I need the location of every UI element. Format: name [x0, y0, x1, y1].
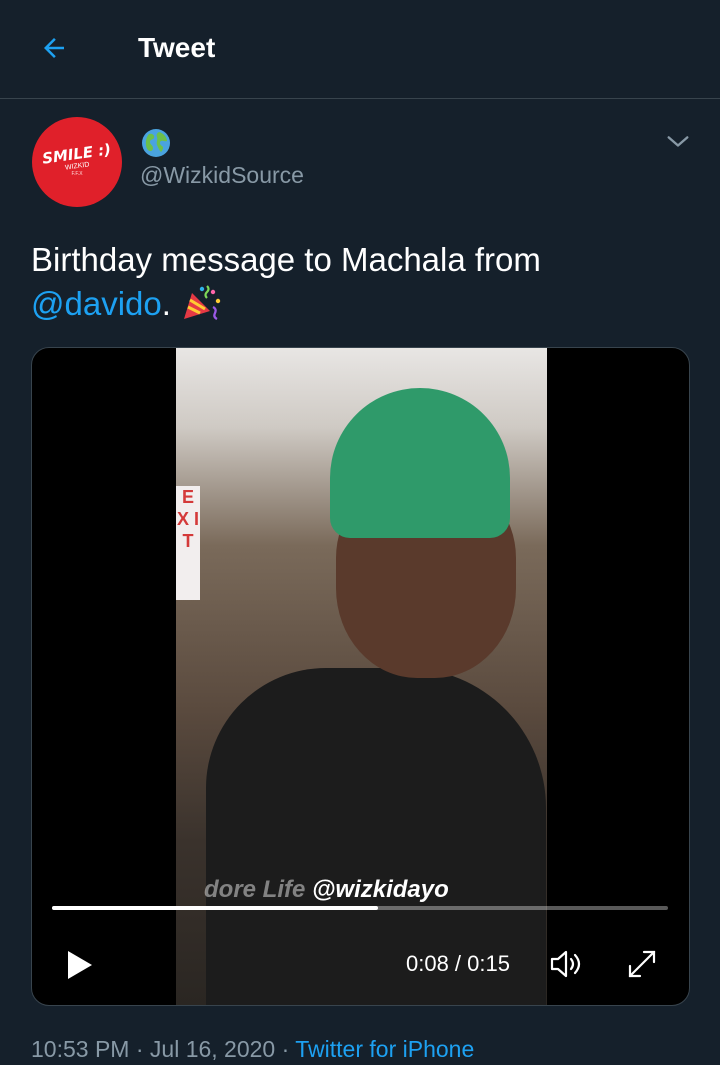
volume-icon[interactable] — [546, 944, 586, 984]
exit-sign: E X I T — [176, 486, 200, 600]
video-watermark: dore Life @wizkidayo — [204, 876, 449, 904]
avatar-logo-sub2: F.F.X — [71, 171, 83, 177]
meta-separator: · — [135, 1036, 144, 1062]
avatar-logo-sub: WIZKID — [64, 161, 90, 172]
avatar[interactable]: SMILE :) WIZKID F.F.X — [32, 117, 122, 207]
tweet-source-link[interactable]: Twitter for iPhone — [295, 1036, 474, 1062]
play-icon[interactable] — [62, 945, 98, 985]
video-figure-cap — [330, 388, 510, 538]
chevron-down-icon[interactable] — [664, 128, 692, 156]
meta-separator: · — [281, 1036, 290, 1062]
author-handle[interactable]: @WizkidSource — [140, 160, 304, 190]
tweet-date: Jul 16, 2020 — [149, 1036, 276, 1062]
progress-bar[interactable] — [52, 906, 668, 910]
globe-icon — [142, 129, 170, 157]
tweet-suffix: . — [161, 285, 171, 322]
video-player[interactable]: E X I T dore Life @wizkidayo 0:08 / 0:15 — [31, 347, 690, 1006]
tweet-body: Birthday message to Machala from — [31, 241, 541, 278]
tweet-meta: 10:53 PM · Jul 16, 2020 · Twitter for iP… — [31, 1034, 474, 1064]
party-popper-icon — [184, 285, 221, 320]
watermark-handle: @wizkidayo — [312, 876, 449, 903]
fullscreen-icon[interactable] — [622, 944, 662, 984]
tweet-time: 10:53 PM — [31, 1036, 130, 1062]
top-bar: Tweet — [0, 0, 720, 99]
page-title: Tweet — [138, 32, 216, 63]
mention-link[interactable]: @davido — [31, 285, 162, 322]
watermark-faded: dore Life — [204, 876, 306, 903]
back-arrow-icon — [44, 38, 64, 58]
progress-fill — [52, 906, 379, 910]
tweet-text: Birthday message to Machala from @davido… — [31, 238, 691, 326]
back-button[interactable] — [36, 30, 72, 66]
video-time: 0:08 / 0:15 — [406, 951, 510, 976]
